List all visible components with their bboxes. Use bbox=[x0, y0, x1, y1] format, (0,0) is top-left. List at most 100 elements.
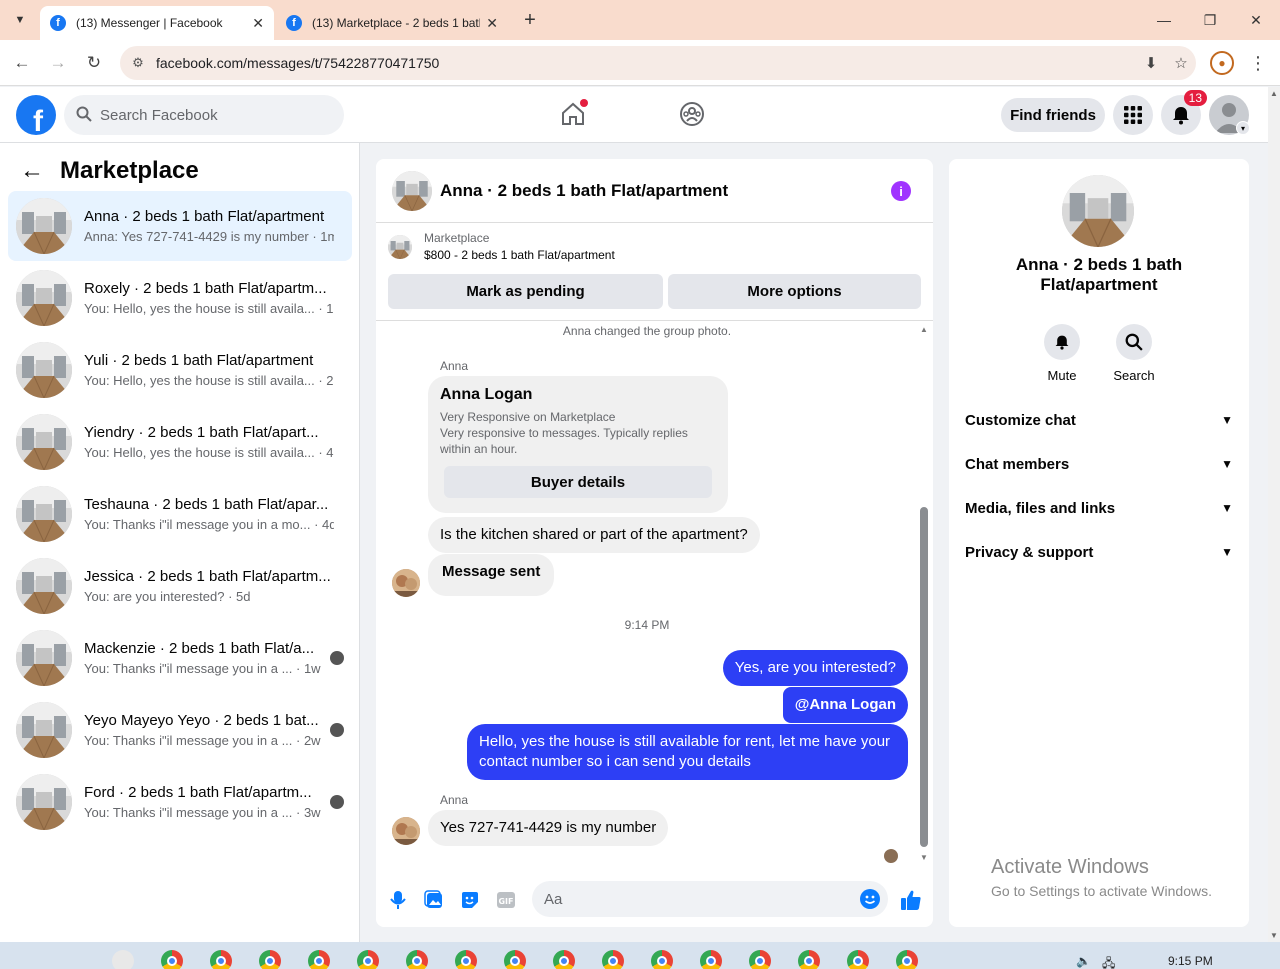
chrome-taskbar-icon[interactable] bbox=[210, 950, 232, 969]
browser-menu-icon[interactable]: ⋮ bbox=[1248, 51, 1268, 75]
chrome-taskbar-icon[interactable] bbox=[553, 950, 575, 969]
install-app-icon[interactable]: ⬇ bbox=[1136, 54, 1166, 72]
composer: GIF Aa bbox=[376, 875, 933, 927]
conversation-item[interactable]: Yuli · 2 beds 1 bath Flat/apartment You: … bbox=[8, 335, 352, 405]
listing-thumbnail bbox=[16, 486, 72, 542]
thumbs-up-icon[interactable] bbox=[898, 887, 924, 913]
scroll-down-icon[interactable]: ▼ bbox=[920, 853, 928, 862]
conversation-name: Anna · 2 beds 1 bath Flat/apartment bbox=[1015, 255, 1183, 294]
conversation-item[interactable]: Roxely · 2 beds 1 bath Flat/apartm... You… bbox=[8, 263, 352, 333]
customize-chat-row[interactable]: Customize chat ▼ bbox=[965, 405, 1233, 435]
emoji-icon[interactable] bbox=[860, 889, 880, 909]
conversation-snippet: You: Hello, yes the house is still avail… bbox=[84, 301, 334, 316]
close-tab-icon[interactable]: ✕ bbox=[486, 15, 498, 32]
photo-icon[interactable] bbox=[422, 888, 446, 912]
buyer-details-button[interactable]: Buyer details bbox=[444, 466, 712, 498]
chrome-taskbar-icon[interactable] bbox=[406, 950, 428, 969]
chrome-taskbar-icon[interactable] bbox=[700, 950, 722, 969]
privacy-support-row[interactable]: Privacy & support ▼ bbox=[965, 537, 1233, 567]
message-bubble[interactable]: Yes 727-741-4429 is my number bbox=[428, 810, 669, 846]
facebook-logo[interactable]: f bbox=[16, 95, 56, 135]
reload-icon[interactable]: ↻ bbox=[82, 51, 106, 75]
url-text[interactable]: facebook.com/messages/t/754228770471750 bbox=[156, 55, 1136, 71]
my-message-bubble[interactable]: @Anna Logan bbox=[782, 687, 908, 723]
sender-avatar[interactable] bbox=[392, 569, 420, 597]
my-message-bubble[interactable]: Hello, yes the house is still available … bbox=[467, 724, 908, 780]
media-files-links-row[interactable]: Media, files and links ▼ bbox=[965, 493, 1233, 523]
message-input[interactable]: Aa bbox=[532, 881, 888, 917]
back-arrow-icon[interactable]: ← bbox=[10, 51, 34, 75]
tab-messenger[interactable]: f (13) Messenger | Facebook ✕ bbox=[40, 6, 274, 40]
chat-members-row[interactable]: Chat members ▼ bbox=[965, 449, 1233, 479]
bookmark-star-icon[interactable]: ☆ bbox=[1166, 54, 1196, 72]
conversation-item[interactable]: Yeyo Mayeyo Yeyo · 2 beds 1 bat... You: T… bbox=[8, 695, 352, 765]
conversation-item[interactable]: Mackenzie · 2 beds 1 bath Flat/a... You: … bbox=[8, 623, 352, 693]
site-settings-icon[interactable]: ⚙ bbox=[120, 55, 156, 71]
message-scrollbar[interactable]: ▲ ▼ bbox=[918, 325, 930, 863]
info-icon[interactable]: i bbox=[891, 181, 911, 201]
scroll-up-icon[interactable]: ▲ bbox=[920, 325, 928, 334]
search-input[interactable]: Search Facebook bbox=[64, 95, 344, 135]
conversation-snippet: You: Hello, yes the house is still avail… bbox=[84, 373, 334, 388]
sticker-icon[interactable] bbox=[458, 888, 482, 912]
network-icon[interactable]: 🖧 bbox=[1102, 954, 1115, 969]
sender-name: Anna bbox=[440, 793, 469, 807]
close-window-icon[interactable]: ✕ bbox=[1244, 8, 1268, 32]
tab-search-chevron-icon[interactable]: ▼ bbox=[8, 8, 32, 32]
mark-as-pending-button[interactable]: Mark as pending bbox=[388, 274, 663, 309]
restore-icon[interactable]: ❐ bbox=[1198, 8, 1222, 32]
listing-bar[interactable]: Marketplace $800 - 2 beds 1 bath Flat/ap… bbox=[388, 231, 615, 262]
back-arrow-icon[interactable]: ← bbox=[20, 157, 44, 185]
chrome-taskbar-icon[interactable] bbox=[455, 950, 477, 969]
groups-icon[interactable] bbox=[677, 99, 707, 129]
page-scrollbar[interactable]: ▲ ▼ bbox=[1268, 87, 1280, 942]
scroll-down-icon[interactable]: ▼ bbox=[1270, 931, 1278, 940]
more-options-button[interactable]: More options bbox=[668, 274, 921, 309]
chrome-taskbar-icon[interactable] bbox=[161, 950, 183, 969]
tab-marketplace[interactable]: f (13) Marketplace - 2 beds 1 bath ✕ bbox=[276, 6, 508, 40]
scrollbar-thumb[interactable] bbox=[920, 507, 928, 847]
conversation-item[interactable]: Jessica · 2 beds 1 bath Flat/apartm... Yo… bbox=[8, 551, 352, 621]
marketplace-header: ← Marketplace bbox=[20, 157, 199, 185]
gif-icon[interactable]: GIF bbox=[494, 888, 518, 912]
conversation-item[interactable]: Anna · 2 beds 1 bath Flat/apartment Anna:… bbox=[8, 191, 352, 261]
close-tab-icon[interactable]: ✕ bbox=[252, 15, 264, 32]
chrome-taskbar-icon[interactable] bbox=[798, 950, 820, 969]
chrome-taskbar-icon[interactable] bbox=[357, 950, 379, 969]
my-message-bubble[interactable]: Yes, are you interested? bbox=[722, 650, 908, 686]
conversation-item[interactable]: Teshauna · 2 beds 1 bath Flat/apar... You… bbox=[8, 479, 352, 549]
microphone-icon[interactable] bbox=[386, 888, 410, 912]
message-bubble[interactable]: Message sent bbox=[428, 554, 555, 596]
chrome-taskbar-icon[interactable] bbox=[651, 950, 673, 969]
account-chevron-icon[interactable]: ▾ bbox=[1236, 121, 1250, 135]
scroll-up-icon[interactable]: ▲ bbox=[1270, 89, 1278, 98]
conversation-item[interactable]: Yiendry · 2 beds 1 bath Flat/apart... You… bbox=[8, 407, 352, 477]
chrome-taskbar-icon[interactable] bbox=[259, 950, 281, 969]
conversation-photo[interactable] bbox=[1062, 175, 1134, 247]
sender-avatar[interactable] bbox=[392, 817, 420, 845]
chrome-taskbar-icon[interactable] bbox=[602, 950, 624, 969]
new-tab-plus-icon[interactable]: + bbox=[518, 8, 542, 32]
find-friends-button[interactable]: Find friends bbox=[1001, 98, 1105, 132]
chrome-taskbar-icon[interactable] bbox=[504, 950, 526, 969]
chat-title[interactable]: Anna · 2 beds 1 bath Flat/apartment bbox=[440, 181, 728, 201]
browser-profile-icon[interactable]: ● bbox=[1210, 51, 1234, 75]
mute-button[interactable]: Mute bbox=[1032, 324, 1092, 383]
menu-grid-icon[interactable] bbox=[1113, 95, 1153, 135]
message-bubble[interactable]: Is the kitchen shared or part of the apa… bbox=[428, 517, 760, 553]
clock[interactable]: 9:15 PM bbox=[1168, 954, 1213, 968]
listing-thumbnail[interactable] bbox=[392, 170, 432, 211]
taskbar-app-icon[interactable] bbox=[112, 950, 134, 969]
address-bar[interactable]: ⚙ facebook.com/messages/t/75422877047175… bbox=[120, 46, 1196, 80]
chrome-taskbar-icon[interactable] bbox=[308, 950, 330, 969]
chrome-taskbar-icon[interactable] bbox=[749, 950, 771, 969]
volume-icon[interactable]: 🔈 bbox=[1076, 954, 1091, 968]
chrome-taskbar-icon[interactable] bbox=[896, 950, 918, 969]
notifications-bell-icon[interactable]: 13 bbox=[1161, 90, 1207, 135]
search-conversation-button[interactable]: Search bbox=[1104, 324, 1164, 383]
minimize-icon[interactable]: — bbox=[1152, 8, 1176, 32]
conversation-item[interactable]: Ford · 2 beds 1 bath Flat/apartm... You: … bbox=[8, 767, 352, 837]
home-icon[interactable] bbox=[558, 99, 588, 129]
chrome-taskbar-icon[interactable] bbox=[847, 950, 869, 969]
forward-arrow-icon[interactable]: → bbox=[46, 51, 70, 75]
